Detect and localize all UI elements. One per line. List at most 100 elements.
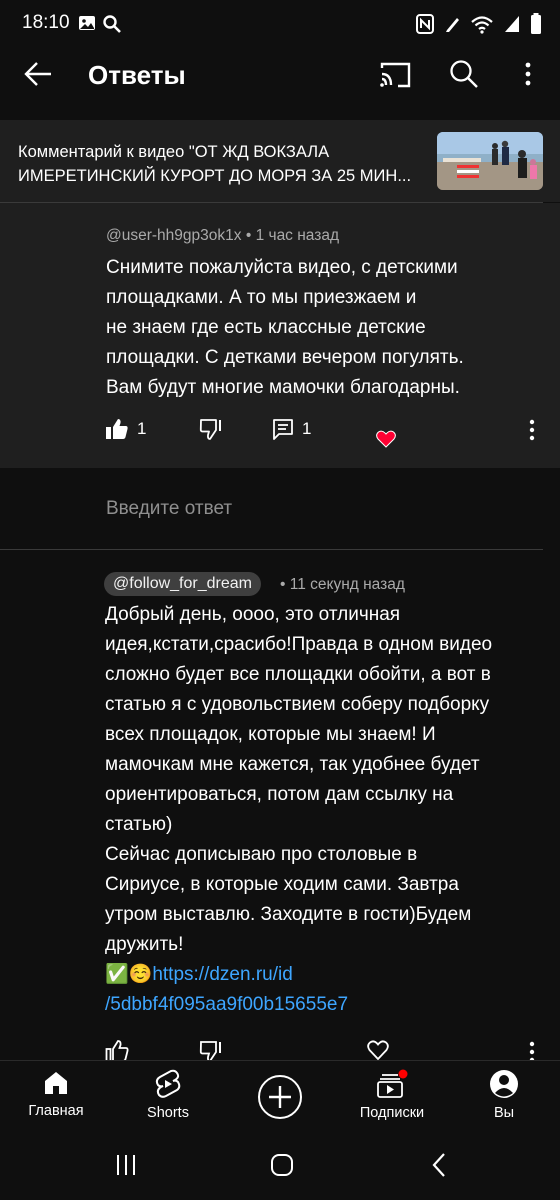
dislike-button[interactable] xyxy=(199,1040,223,1062)
meta-separator: • xyxy=(245,227,256,244)
comment-meta: @user-hh9gp3ok1x • 1 час назад xyxy=(106,227,339,245)
search-button[interactable] xyxy=(448,58,484,94)
thumbs-down-icon xyxy=(199,1041,221,1062)
reply-line: Сириусе, в которые ходим сами. Завтра xyxy=(105,874,459,895)
comment-line: Вам будут многие мамочки благодарны. xyxy=(106,377,460,398)
create-button[interactable] xyxy=(257,1074,303,1120)
pen-icon xyxy=(446,18,459,32)
dislike-button[interactable] xyxy=(199,418,223,440)
battery-icon xyxy=(531,13,541,34)
app-bar: Ответы xyxy=(0,48,560,104)
status-right-icons xyxy=(416,13,542,35)
signal-icon xyxy=(505,16,519,32)
heart-icon xyxy=(376,430,396,448)
reply-line: ориентироваться, потом дам ссылку на xyxy=(105,784,454,805)
comment-more-button[interactable] xyxy=(524,418,540,442)
video-reference[interactable]: Комментарий к видео "ОТ ЖД ВОКЗАЛА ИМЕРЕ… xyxy=(0,120,560,202)
shorts-icon xyxy=(155,1069,181,1098)
reply-link-line: /5dbbf4f095aa9f00b15655e7 xyxy=(105,990,545,1020)
back-system-button[interactable] xyxy=(430,1151,448,1184)
dzen-link[interactable]: https://dzen.ru/id xyxy=(152,964,292,985)
search-status-icon xyxy=(103,15,121,33)
heart-outline-icon xyxy=(367,1040,389,1060)
reply-count: 1 xyxy=(302,419,312,438)
cast-icon xyxy=(380,62,411,88)
reply-line: Добрый день, оооо, это отличная xyxy=(105,604,401,625)
nav-shorts[interactable]: Shorts xyxy=(118,1069,218,1121)
arrow-back-icon xyxy=(24,62,51,86)
nav-shorts-label: Shorts xyxy=(147,1105,189,1121)
reply-line: сложно будет все площадки обойти, а вот … xyxy=(105,664,491,685)
reply-input-placeholder[interactable]: Введите ответ xyxy=(106,498,232,520)
creator-heart xyxy=(376,430,396,448)
reply-line: Сейчас дописываю про столовые в xyxy=(105,844,418,865)
emoji: ✅☺️ xyxy=(105,964,153,985)
reply-comment: @follow_for_dream • 11 секунд назад Добр… xyxy=(0,550,560,1062)
like-button[interactable]: 1 xyxy=(105,418,146,440)
meta-separator: • xyxy=(280,576,290,593)
thumbnail-image xyxy=(437,132,543,190)
reply-time: 11 секунд назад xyxy=(289,576,405,593)
reply-line: идея,кстати,срасибо!Правда в одном видео xyxy=(105,634,493,655)
video-reference-title: Комментарий к видео "ОТ ЖД ВОКЗАЛА ИМЕРЕ… xyxy=(18,140,418,188)
reply-line: утром выставлю. Заходите в гости)Будем xyxy=(105,904,472,925)
home-icon xyxy=(45,1072,67,1094)
comment-author[interactable]: @user-hh9gp3ok1x xyxy=(106,227,242,244)
reply-input[interactable]: Введите ответ xyxy=(0,468,560,550)
comment-line: площадками. А то мы приезжаем и xyxy=(106,287,417,308)
home-system-icon xyxy=(271,1154,293,1176)
nav-you[interactable]: Вы xyxy=(454,1069,554,1121)
page-title: Ответы xyxy=(88,60,186,90)
video-title-line-2: ИМЕРЕТИНСКИЙ КУРОРТ ДО МОРЯ ЗА 25 МИН... xyxy=(18,167,412,185)
reply-line: мамочкам мне кажется, так удобнее будет xyxy=(105,754,480,775)
cast-button[interactable] xyxy=(378,60,414,92)
status-bar: 18:10 xyxy=(0,0,560,48)
reply-meta: • 11 секунд назад xyxy=(280,576,405,594)
nav-subscriptions[interactable]: Подписки xyxy=(342,1069,442,1121)
back-button[interactable] xyxy=(22,58,62,94)
like-button[interactable] xyxy=(105,1040,129,1062)
nfc-icon xyxy=(416,14,434,34)
reply-text: Добрый день, оооо, это отличная идея,кст… xyxy=(105,600,545,1020)
thumbs-up-icon xyxy=(105,1040,129,1062)
wifi-icon xyxy=(471,16,493,34)
reply-line: статью я с удовольствием соберу подборку xyxy=(105,694,490,715)
nav-subscriptions-label: Подписки xyxy=(359,1105,425,1121)
video-title-line-1: Комментарий к видео "ОТ ЖД ВОКЗАЛА xyxy=(18,143,330,161)
nav-home[interactable]: Главная xyxy=(6,1069,106,1119)
thumbs-up-filled-icon xyxy=(106,419,128,439)
comment-text: Снимите пожалуйста видео, с детскими пло… xyxy=(106,253,536,403)
comment-line: площадки. С детками вечером погулять. xyxy=(106,347,464,368)
subscriptions-icon xyxy=(377,1069,408,1098)
more-options-button[interactable] xyxy=(516,58,540,94)
recent-apps-button[interactable] xyxy=(114,1153,138,1182)
status-left-icons xyxy=(78,14,122,34)
comment-actions: 1 1 xyxy=(0,418,560,450)
reply-line: дружить! xyxy=(105,934,184,955)
nav-home-label: Главная xyxy=(28,1103,84,1119)
dzen-link-continued[interactable]: /5dbbf4f095aa9f00b15655e7 xyxy=(105,994,348,1015)
more-vert-icon xyxy=(529,1041,535,1062)
reply-line: статью) xyxy=(105,814,173,835)
nav-you-label: Вы xyxy=(493,1105,515,1121)
recent-apps-icon xyxy=(117,1155,135,1175)
parent-comment: @user-hh9gp3ok1x • 1 час назад Снимите п… xyxy=(0,203,560,468)
more-vert-icon xyxy=(525,62,531,86)
gallery-icon xyxy=(79,16,95,30)
reply-actions xyxy=(0,1038,560,1062)
reply-button[interactable]: 1 xyxy=(272,418,311,440)
add-circle-icon xyxy=(258,1075,302,1119)
heart-button[interactable] xyxy=(367,1040,389,1060)
thumbs-down-icon xyxy=(199,419,221,440)
comment-line: не знаем где есть классные детские xyxy=(106,317,426,338)
reply-author-chip[interactable]: @follow_for_dream xyxy=(104,572,261,596)
comment-line: Снимите пожалуйста видео, с детскими xyxy=(106,257,458,278)
home-system-button[interactable] xyxy=(270,1153,294,1182)
system-navigation xyxy=(0,1136,560,1200)
search-icon xyxy=(450,60,478,88)
video-thumbnail[interactable] xyxy=(437,132,543,190)
account-icon xyxy=(490,1070,518,1098)
comment-more-button[interactable] xyxy=(524,1040,540,1062)
reply-line: всех площадок, которые мы знаем! И xyxy=(105,724,436,745)
comment-icon xyxy=(273,419,293,440)
